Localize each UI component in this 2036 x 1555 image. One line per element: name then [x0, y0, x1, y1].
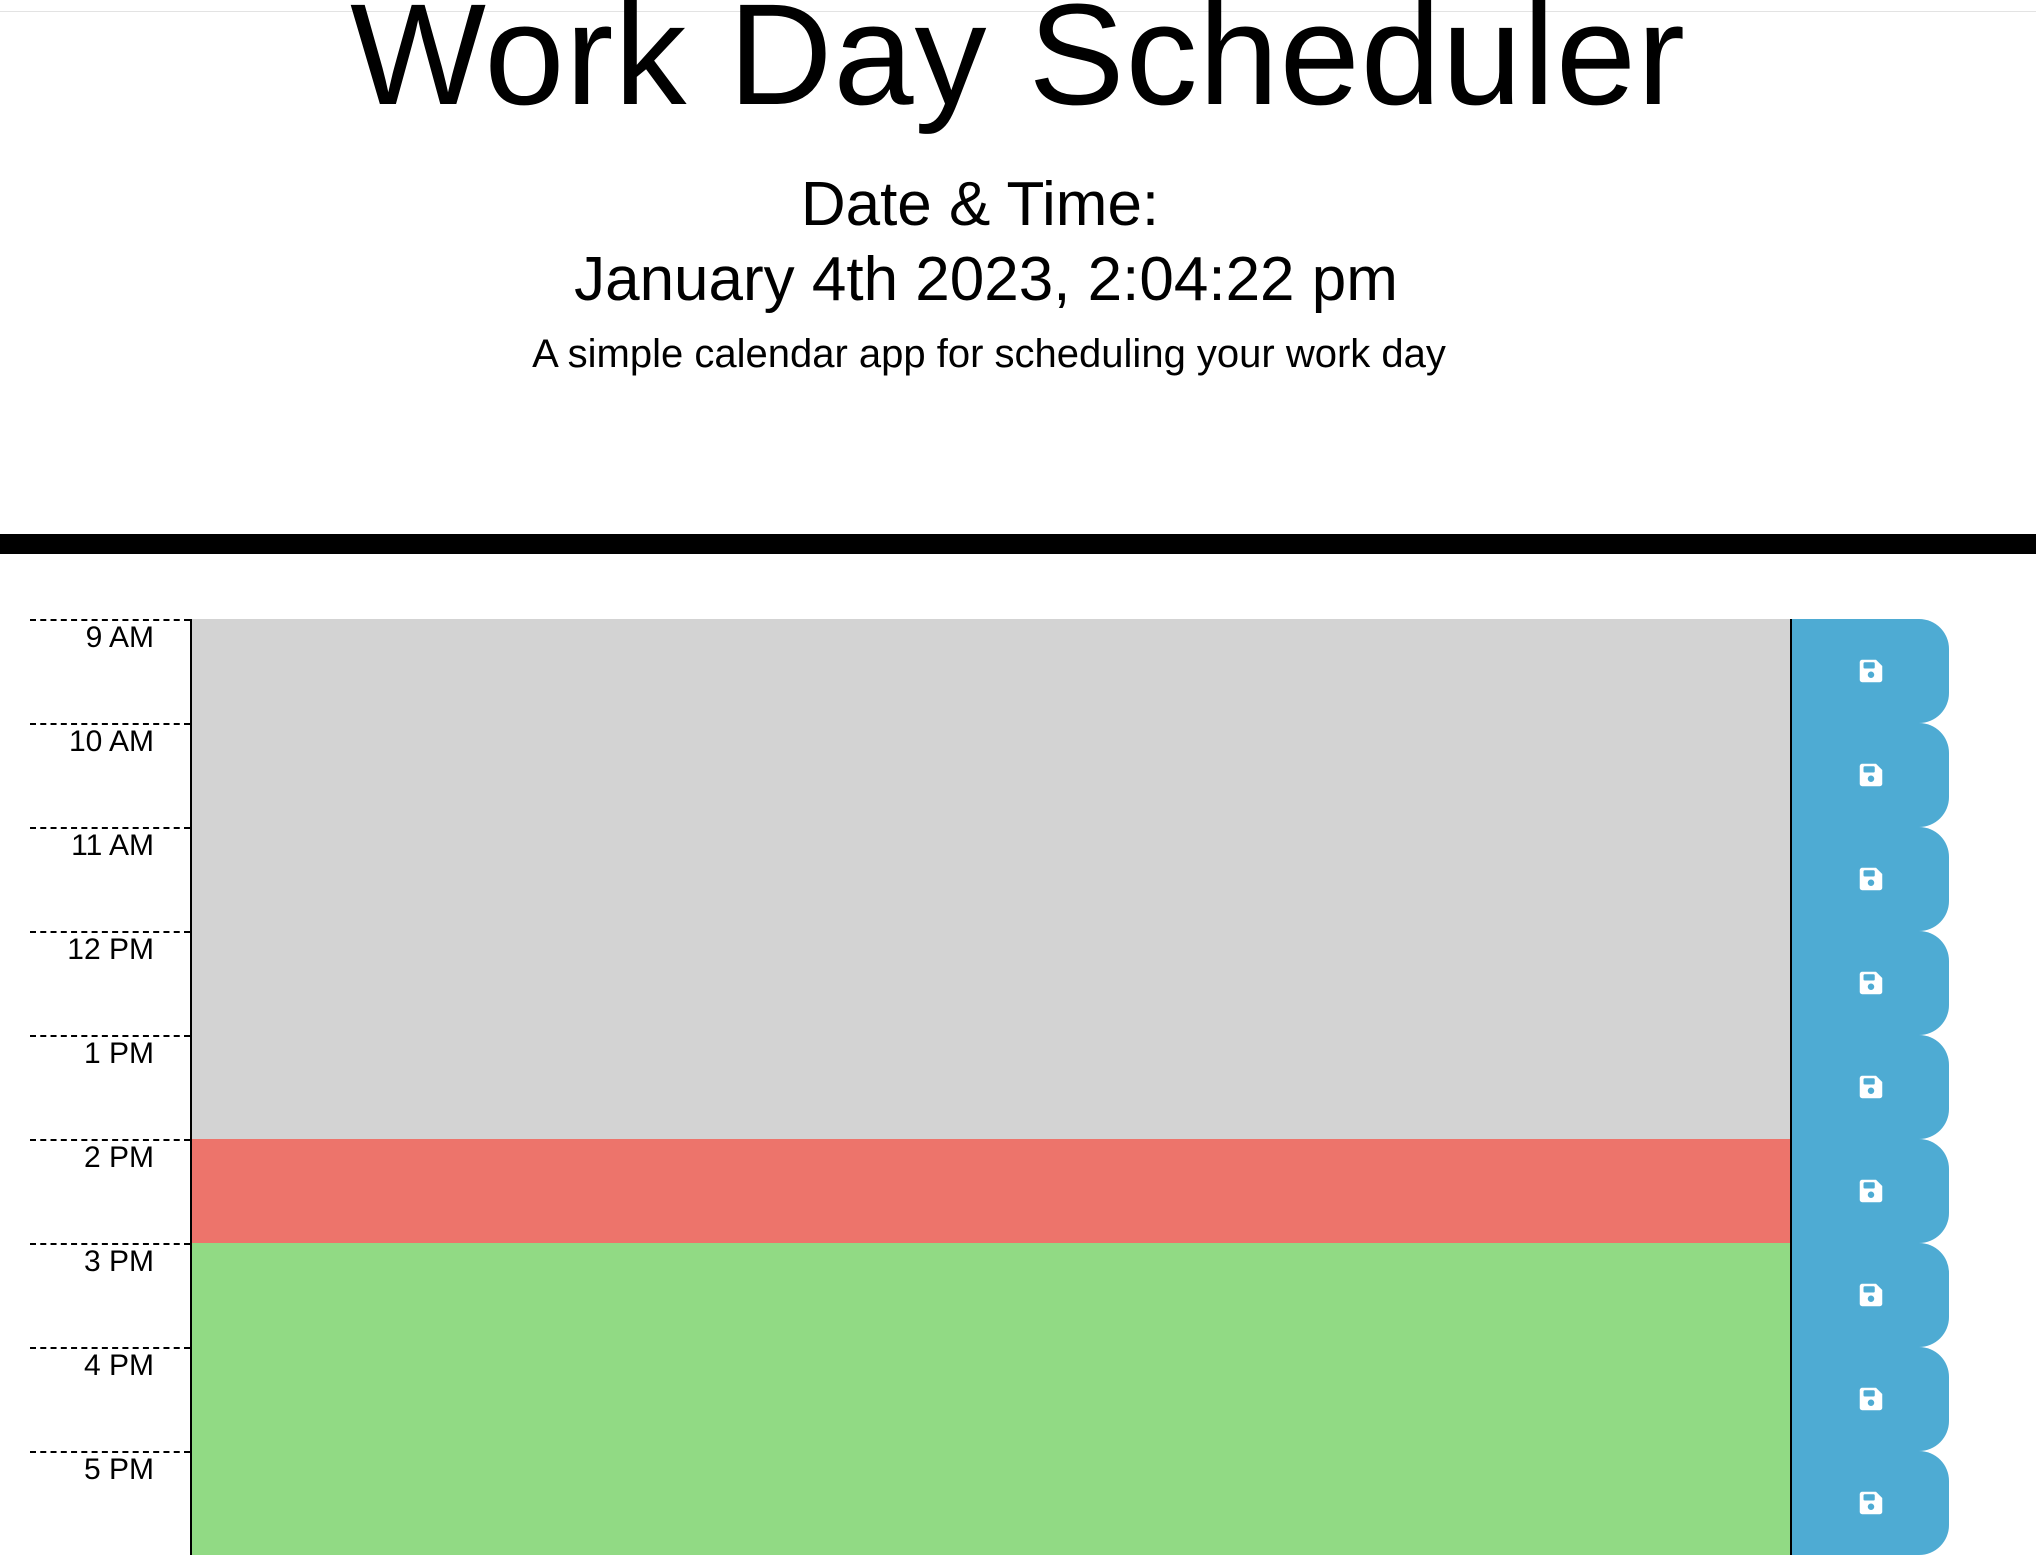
save-button[interactable]	[1790, 931, 1949, 1035]
hour-label: 2 PM	[30, 1139, 190, 1243]
time-block-row: 11 AM	[0, 827, 2036, 931]
save-button[interactable]	[1790, 1139, 1949, 1243]
hour-label: 10 AM	[30, 723, 190, 827]
time-block-row: 1 PM	[0, 1035, 2036, 1139]
page-subtitle: A simple calendar app for scheduling you…	[532, 332, 1446, 376]
save-icon	[1856, 1176, 1886, 1206]
schedule: 9 AM 10 AM 11 AM 12 PM 1 PM 2 PM 3 PM 4 PM 5 PM	[0, 619, 2036, 1555]
save-icon	[1856, 1384, 1886, 1414]
hour-label: 11 AM	[30, 827, 190, 931]
event-description-input[interactable]	[190, 1035, 1790, 1139]
header-divider	[0, 534, 2036, 554]
time-block-row: 2 PM	[0, 1139, 2036, 1243]
save-button[interactable]	[1790, 1451, 1949, 1555]
save-button[interactable]	[1790, 827, 1949, 931]
time-block-row: 3 PM	[0, 1243, 2036, 1347]
event-description-input[interactable]	[190, 723, 1790, 827]
time-block-row: 10 AM	[0, 723, 2036, 827]
event-description-input[interactable]	[190, 1451, 1790, 1555]
date-label: Date & Time:	[800, 170, 1160, 239]
save-button[interactable]	[1790, 1347, 1949, 1451]
event-description-input[interactable]	[190, 827, 1790, 931]
save-icon	[1856, 968, 1886, 998]
hour-label: 9 AM	[30, 619, 190, 723]
event-description-input[interactable]	[190, 1139, 1790, 1243]
save-icon	[1856, 760, 1886, 790]
event-description-input[interactable]	[190, 1347, 1790, 1451]
time-block-row: 9 AM	[0, 619, 2036, 723]
save-button[interactable]	[1790, 723, 1949, 827]
hour-label: 5 PM	[30, 1451, 190, 1555]
save-button[interactable]	[1790, 1243, 1949, 1347]
save-icon	[1856, 864, 1886, 894]
time-block-row: 5 PM	[0, 1451, 2036, 1555]
save-icon	[1856, 1072, 1886, 1102]
event-description-input[interactable]	[190, 619, 1790, 723]
event-description-input[interactable]	[190, 1243, 1790, 1347]
page-header: Work Day Scheduler Date & Time: January …	[0, 0, 2036, 534]
current-date-time: January 4th 2023, 2:04:22 pm	[574, 245, 1398, 314]
save-icon	[1856, 1488, 1886, 1518]
hour-label: 3 PM	[30, 1243, 190, 1347]
hour-label: 12 PM	[30, 931, 190, 1035]
event-description-input[interactable]	[190, 931, 1790, 1035]
time-block-row: 4 PM	[0, 1347, 2036, 1451]
save-button[interactable]	[1790, 619, 1949, 723]
hour-label: 1 PM	[30, 1035, 190, 1139]
page-title: Work Day Scheduler	[350, 0, 1686, 135]
save-icon	[1856, 656, 1886, 686]
save-button[interactable]	[1790, 1035, 1949, 1139]
time-block-row: 12 PM	[0, 931, 2036, 1035]
hour-label: 4 PM	[30, 1347, 190, 1451]
save-icon	[1856, 1280, 1886, 1310]
